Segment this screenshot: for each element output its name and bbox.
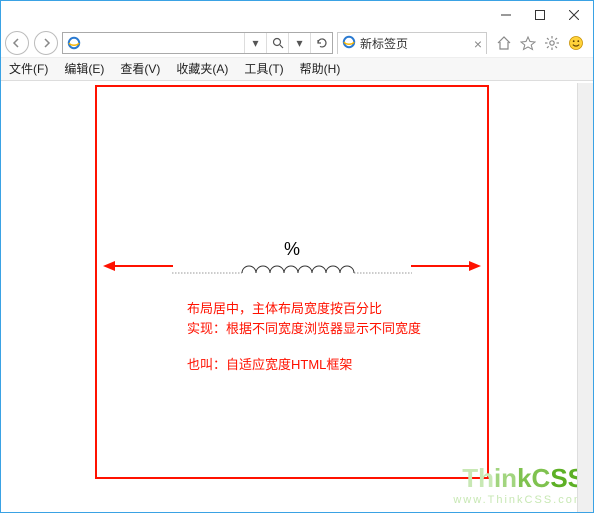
- description-text: 布局居中，主体布局宽度按百分比 实现：根据不同宽度浏览器显示不同宽度 也叫：自适…: [187, 299, 421, 375]
- desc-line-1: 布局居中，主体布局宽度按百分比: [187, 299, 421, 319]
- forward-button[interactable]: [34, 29, 59, 57]
- favorites-icon[interactable]: [519, 34, 537, 52]
- layout-demo-box: % 布局居中，主体布局宽度按百分比 实现：根据不同宽度浏览器显示不同宽度 也叫：…: [95, 85, 489, 479]
- toolbar-right-icons: [491, 34, 589, 52]
- vertical-scrollbar[interactable]: [577, 83, 593, 512]
- menu-file[interactable]: 文件(F): [1, 58, 56, 80]
- menu-tools[interactable]: 工具(T): [236, 58, 291, 80]
- settings-gear-icon[interactable]: [543, 34, 561, 52]
- address-bar: ▾ ▾: [62, 32, 333, 54]
- search-icon[interactable]: [266, 33, 288, 53]
- back-button[interactable]: [5, 29, 30, 57]
- maximize-button[interactable]: [523, 4, 557, 26]
- page-viewport: % 布局居中，主体布局宽度按百分比 实现：根据不同宽度浏览器显示不同宽度 也叫：…: [1, 83, 593, 512]
- url-dropdown-icon[interactable]: ▾: [244, 33, 266, 53]
- url-input[interactable]: [85, 33, 244, 53]
- ie-icon: [342, 35, 356, 52]
- minimize-button[interactable]: [489, 4, 523, 26]
- home-icon[interactable]: [495, 34, 513, 52]
- tab-close-icon[interactable]: ×: [474, 37, 482, 51]
- close-button[interactable]: [557, 4, 591, 26]
- tab-title: 新标签页: [360, 35, 470, 52]
- desc-line-3: 也叫：自适应宽度HTML框架: [187, 355, 421, 375]
- search-dropdown-icon[interactable]: ▾: [288, 33, 310, 53]
- arrow-left-icon: [103, 257, 173, 278]
- browser-tab[interactable]: 新标签页 ×: [337, 32, 487, 54]
- menu-bar: 文件(F) 编辑(E) 查看(V) 收藏夹(A) 工具(T) 帮助(H): [1, 57, 593, 81]
- watermark-brand: ThinkCSS: [453, 463, 585, 494]
- watermark: ThinkCSS www.ThinkCSS.com: [453, 463, 585, 506]
- nav-toolbar: ▾ ▾ 新标签页 ×: [1, 29, 593, 57]
- smiley-icon[interactable]: [567, 34, 585, 52]
- refresh-icon[interactable]: [310, 33, 332, 53]
- window-titlebar: [1, 1, 593, 29]
- arrow-right-icon: [411, 257, 481, 278]
- menu-favorites[interactable]: 收藏夹(A): [168, 58, 236, 80]
- menu-edit[interactable]: 编辑(E): [56, 58, 112, 80]
- ie-icon: [65, 36, 83, 50]
- desc-line-2: 实现：根据不同宽度浏览器显示不同宽度: [187, 319, 421, 339]
- menu-view[interactable]: 查看(V): [112, 58, 168, 80]
- menu-help[interactable]: 帮助(H): [292, 58, 349, 80]
- watermark-url: www.ThinkCSS.com: [453, 494, 585, 506]
